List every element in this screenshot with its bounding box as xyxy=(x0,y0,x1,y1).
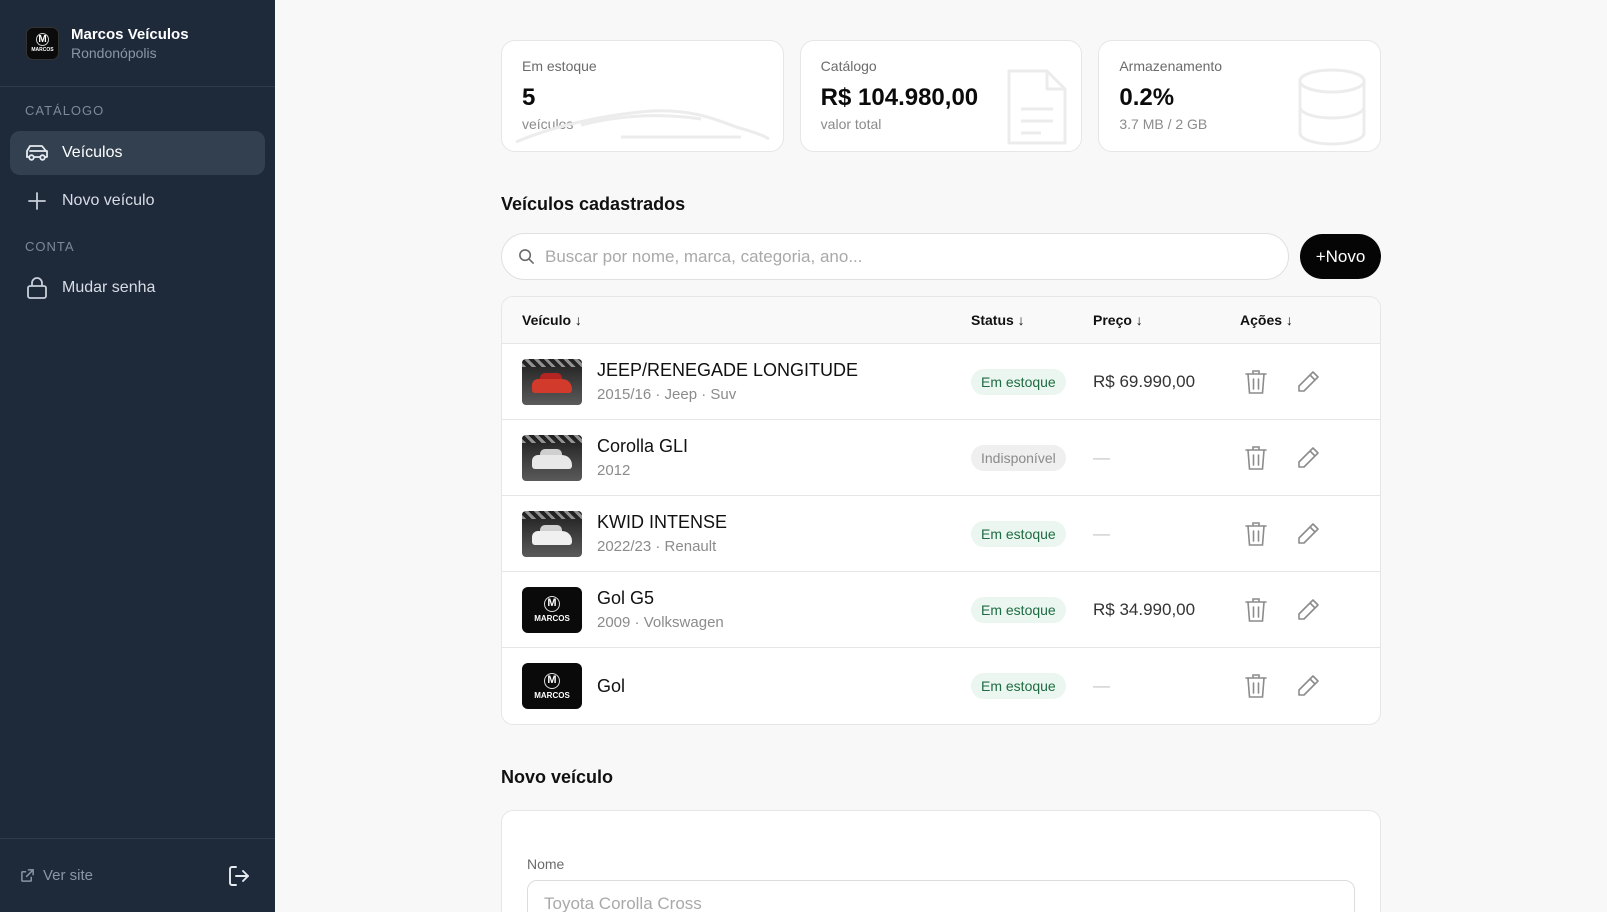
vehicle-photo-placeholder: M MARCOS xyxy=(522,586,582,633)
table-row[interactable]: Corolla GLI 2012 Indisponível — xyxy=(502,420,1380,496)
stat-card-storage: Armazenamento 0.2% 3.7 MB / 2 GB xyxy=(1098,40,1382,152)
sidebar-item-vehicles[interactable]: Veículos xyxy=(10,131,265,175)
section-label-account: CONTA xyxy=(25,239,75,254)
vehicle-name: Gol xyxy=(597,675,626,696)
name-field[interactable] xyxy=(544,894,1314,912)
column-header-price[interactable]: Preço ↓ xyxy=(1093,312,1240,328)
section-label-catalog: CATÁLOGO xyxy=(25,103,105,118)
trash-icon[interactable] xyxy=(1240,518,1272,550)
trash-icon[interactable] xyxy=(1240,670,1272,702)
trash-icon[interactable] xyxy=(1240,366,1272,398)
table-row[interactable]: M MARCOS Gol G5 2009 · Volkswagen Em est… xyxy=(502,572,1380,648)
edit-icon[interactable] xyxy=(1292,518,1324,550)
sidebar-footer: Ver site xyxy=(0,838,275,912)
trash-icon[interactable] xyxy=(1240,594,1272,626)
plus-icon xyxy=(24,188,50,214)
vehicles-section-title: Veículos cadastrados xyxy=(501,194,686,214)
brand-city: Rondonópolis xyxy=(71,44,157,61)
vehicle-price: R$ 69.990,00 xyxy=(1093,371,1196,391)
brand-header: M MARCOS Marcos Veículos Rondonópolis xyxy=(0,0,275,87)
vehicle-price: — xyxy=(1093,447,1110,467)
edit-icon[interactable] xyxy=(1292,594,1324,626)
brand-logo: M MARCOS xyxy=(26,26,59,60)
vehicle-price: — xyxy=(1093,676,1110,695)
sidebar: M MARCOS Marcos Veículos Rondonópolis CA… xyxy=(0,0,275,912)
table-row[interactable]: JEEP/RENEGADE LONGITUDE 2015/16 · Jeep ·… xyxy=(502,344,1380,420)
view-site-link[interactable]: Ver site xyxy=(20,867,93,884)
lock-icon xyxy=(24,275,50,301)
logo-letter: M xyxy=(36,33,49,46)
status-badge: Indisponível xyxy=(971,444,1066,471)
vehicle-meta: 2009 · Volkswagen xyxy=(597,614,724,631)
vehicle-name: KWID INTENSE xyxy=(597,512,728,532)
edit-icon[interactable] xyxy=(1292,366,1324,398)
vehicle-meta: 2012 xyxy=(597,462,631,479)
name-field-label: Nome xyxy=(527,856,565,872)
vehicle-name: JEEP/RENEGADE LONGITUDE xyxy=(597,360,859,380)
car-icon xyxy=(24,140,50,166)
search-row: +Novo xyxy=(501,233,1381,280)
sidebar-item-change-password[interactable]: Mudar senha xyxy=(10,266,265,310)
vehicle-name: Corolla GLI xyxy=(597,436,689,456)
status-badge: Em estoque xyxy=(971,596,1066,623)
view-site-label: Ver site xyxy=(43,867,94,884)
sidebar-item-label: Veículos xyxy=(62,144,123,161)
search-box xyxy=(501,233,1289,280)
vehicle-photo xyxy=(522,358,582,405)
new-vehicle-section-title: Novo veículo xyxy=(501,767,614,787)
vehicle-meta: 2022/23 · Renault xyxy=(597,538,717,555)
status-badge: Em estoque xyxy=(971,520,1066,547)
vehicle-photo xyxy=(522,510,582,557)
edit-icon[interactable] xyxy=(1292,670,1324,702)
column-header-actions[interactable]: Ações ↓ xyxy=(1240,312,1380,328)
database-icon xyxy=(1298,68,1366,146)
brand-name: Marcos Veículos xyxy=(71,25,189,43)
logo-letter: M xyxy=(544,596,560,612)
edit-icon[interactable] xyxy=(1292,442,1324,474)
logo-text: MARCOS xyxy=(534,690,570,700)
sidebar-item-new-vehicle[interactable]: Novo veículo xyxy=(10,179,265,223)
logo-letter: M xyxy=(544,672,560,689)
stat-label: Em estoque xyxy=(522,58,597,74)
stat-card-catalog: Catálogo R$ 104.980,00 valor total xyxy=(799,40,1083,152)
logout-icon[interactable] xyxy=(223,860,255,892)
table-header: Veículo ↓ Status ↓ Preço ↓ Ações ↓ xyxy=(502,297,1380,344)
new-vehicle-button[interactable]: +Novo xyxy=(1300,234,1381,279)
column-header-vehicle[interactable]: Veículo ↓ xyxy=(502,312,971,328)
logo-text: MARCOS xyxy=(534,614,570,623)
document-icon xyxy=(1007,69,1067,145)
car-silhouette-icon xyxy=(515,109,770,144)
name-field-box xyxy=(527,880,1355,912)
vehicles-table: Veículo ↓ Status ↓ Preço ↓ Ações ↓ JEEP/… xyxy=(501,296,1381,725)
status-badge: Em estoque xyxy=(971,368,1066,395)
vehicle-price: — xyxy=(1093,523,1110,543)
stats-row: Em estoque 5 veículos Catálogo R$ 104.98… xyxy=(501,40,1382,152)
status-badge: Em estoque xyxy=(971,673,1066,699)
search-icon xyxy=(519,249,534,264)
search-input[interactable] xyxy=(545,246,1238,267)
vehicle-price: R$ 34.990,00 xyxy=(1093,599,1196,619)
vehicle-photo-placeholder: M MARCOS xyxy=(522,663,582,709)
table-row[interactable]: KWID INTENSE 2022/23 · Renault Em estoqu… xyxy=(502,496,1380,572)
sidebar-item-label: Novo veículo xyxy=(62,192,155,209)
table-row[interactable]: M MARCOS Gol Em estoque — xyxy=(502,648,1380,724)
new-vehicle-form: Nome xyxy=(501,810,1381,912)
trash-icon[interactable] xyxy=(1240,442,1272,474)
column-header-status[interactable]: Status ↓ xyxy=(971,312,1093,328)
main-content: Em estoque 5 veículos Catálogo R$ 104.98… xyxy=(501,40,1382,912)
sidebar-item-label: Mudar senha xyxy=(62,279,156,296)
vehicle-photo xyxy=(522,434,582,481)
stat-card-stock: Em estoque 5 veículos xyxy=(501,40,784,152)
external-link-icon xyxy=(21,869,34,882)
vehicle-name: Gol G5 xyxy=(597,588,655,608)
logo-text: MARCOS xyxy=(31,47,54,53)
vehicle-meta: 2015/16 · Jeep · Suv xyxy=(597,386,737,403)
